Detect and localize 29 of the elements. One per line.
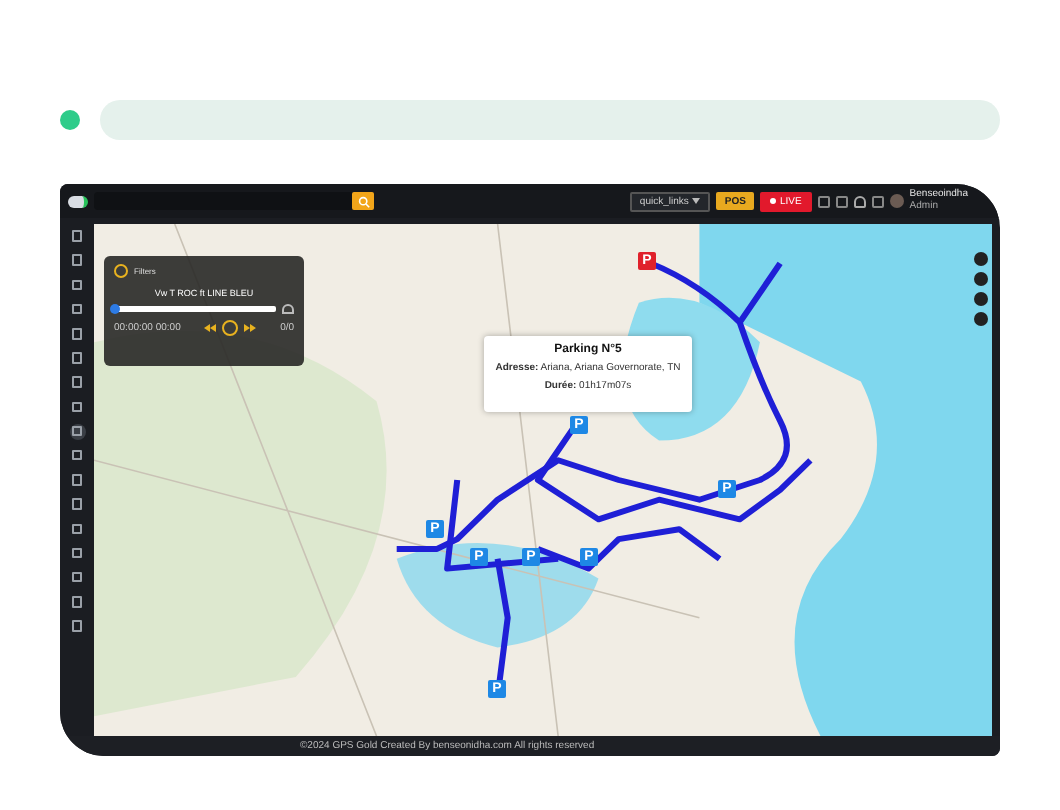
sidebar-item[interactable]	[69, 301, 85, 318]
sidebar-item[interactable]	[69, 228, 85, 244]
sidebar-item[interactable]	[69, 593, 85, 610]
logo-icon	[68, 195, 88, 207]
sidebar-item[interactable]	[69, 423, 85, 439]
search-icon	[357, 195, 369, 207]
sidebar-item[interactable]	[69, 618, 85, 634]
sidebar-item[interactable]	[69, 252, 85, 269]
dot-icon	[769, 198, 776, 204]
slider-thumb[interactable]	[110, 304, 120, 314]
caret-icon	[692, 198, 701, 204]
filter-icon[interactable]	[114, 264, 128, 278]
status-dot-icon	[60, 110, 80, 130]
sidebar-item[interactable]	[69, 447, 85, 464]
sidebar-item[interactable]	[69, 471, 85, 488]
search-field[interactable]	[94, 192, 354, 210]
sidebar-item[interactable]	[69, 325, 85, 342]
sidebar-item[interactable]	[69, 569, 85, 586]
search-button[interactable]	[352, 192, 374, 210]
avatar-icon[interactable]	[889, 194, 904, 208]
sidebar-item[interactable]	[69, 544, 85, 561]
sidebar-item[interactable]	[69, 520, 85, 537]
play-icon[interactable]	[222, 320, 239, 336]
sidebar-item[interactable]	[69, 276, 85, 293]
sidebar-item[interactable]	[69, 496, 85, 513]
sidebar-item[interactable]	[69, 398, 85, 415]
sidebar-item[interactable]	[69, 349, 85, 366]
playback-slider[interactable]	[114, 306, 276, 312]
sidebar-item[interactable]	[69, 374, 85, 391]
